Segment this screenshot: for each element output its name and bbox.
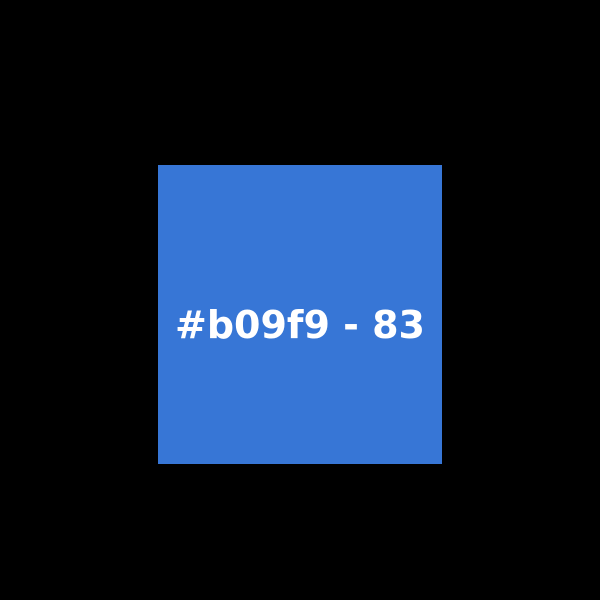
tile-label: #b09f9 - 83 [174, 302, 425, 347]
color-tile: #b09f9 - 83 [158, 165, 442, 464]
canvas-background: #b09f9 - 83 [0, 0, 600, 600]
